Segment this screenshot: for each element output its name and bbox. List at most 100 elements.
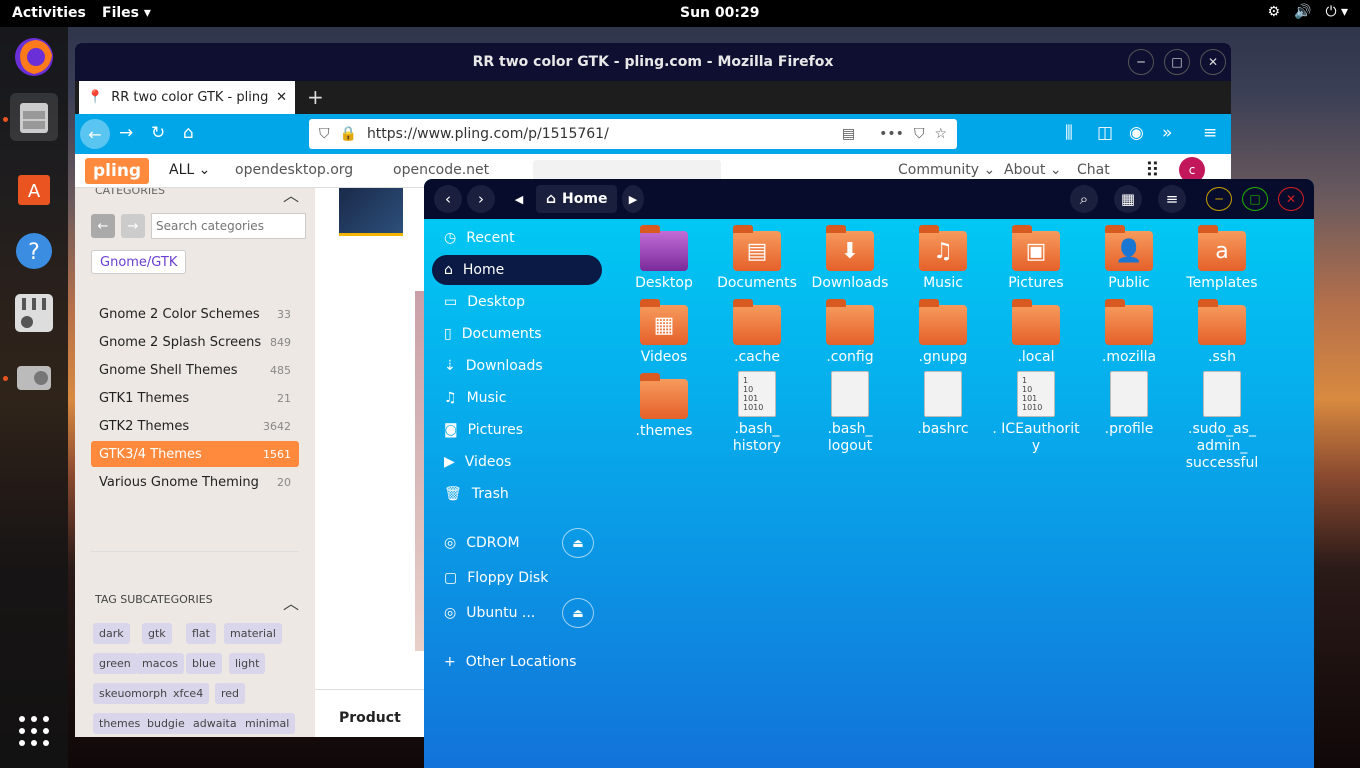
tag-chip[interactable]: blue — [186, 653, 222, 674]
collapse-icon[interactable]: ︿ — [283, 188, 299, 206]
sidebar-item-music[interactable]: ♫ Music — [432, 383, 602, 413]
folder-item[interactable]: ▦ Videos — [619, 299, 709, 366]
folder-item[interactable]: .themes — [619, 373, 709, 440]
sidebar-icon[interactable]: ◫ — [1097, 123, 1113, 143]
folder-item[interactable]: ▤ Documents — [712, 225, 802, 292]
link-opendesktop[interactable]: opendesktop.org — [235, 162, 353, 178]
tag-chip[interactable]: skeuomorph — [93, 683, 174, 704]
forward-icon[interactable]: › — [467, 185, 495, 213]
back-icon[interactable]: ← — [80, 119, 110, 149]
tag-chip[interactable]: budgie — [141, 713, 191, 734]
about-menu[interactable]: About ⌄ — [1004, 162, 1062, 178]
reader-view-icon[interactable]: ▤ — [842, 126, 855, 142]
tag-chip[interactable]: macos — [136, 653, 184, 674]
search-icon[interactable]: ⌕ — [1070, 185, 1098, 213]
collapse-tags-icon[interactable]: ︿ — [283, 590, 299, 614]
firefox-icon[interactable] — [10, 33, 58, 81]
pocket-icon[interactable]: ⛉ — [914, 126, 925, 142]
minimize-button[interactable]: ─ — [1128, 49, 1154, 75]
community-menu[interactable]: Community ⌄ — [898, 162, 995, 178]
url-bar[interactable]: ⛉ 🔒 https://www.pling.com/p/1515761/ ▤ •… — [309, 119, 957, 149]
sidebar-item-desktop[interactable]: ▭ Desktop — [432, 287, 602, 317]
file-item[interactable]: 1 10 101 1010 .bash_ history — [712, 371, 802, 455]
category-item[interactable]: GTK1 Themes 21 — [91, 385, 299, 411]
pling-logo[interactable]: pling — [85, 158, 150, 184]
folder-item[interactable]: ▣ Pictures — [991, 225, 1081, 292]
sidebar-item-pictures[interactable]: ◙ Pictures — [432, 415, 602, 445]
overflow-icon[interactable]: » — [1162, 123, 1172, 143]
maximize-button[interactable]: □ — [1164, 49, 1190, 75]
menu-icon[interactable]: ≡ — [1203, 123, 1217, 143]
tag-chip[interactable]: adwaita — [187, 713, 243, 734]
maximize-button[interactable]: □ — [1242, 187, 1268, 211]
tab-active[interactable]: 📍 RR two color GTK - pling ✕ — [79, 81, 295, 114]
sidebar-item-other-locations[interactable]: + Other Locations — [432, 647, 602, 677]
folder-item[interactable]: .local — [991, 299, 1081, 366]
folder-item[interactable]: .config — [805, 299, 895, 366]
folder-item[interactable]: .gnupg — [898, 299, 988, 366]
folder-item[interactable]: Desktop — [619, 225, 709, 292]
disk-utility-icon[interactable] — [10, 353, 58, 401]
sidebar-item-documents[interactable]: ▯ Documents — [432, 319, 602, 349]
close-button[interactable]: ✕ — [1200, 49, 1226, 75]
files-icon[interactable] — [10, 93, 58, 141]
category-item[interactable]: Gnome Shell Themes 485 — [91, 357, 299, 383]
category-item[interactable]: Gnome 2 Splash Screens 849 — [91, 329, 299, 355]
folder-item[interactable]: .cache — [712, 299, 802, 366]
file-item[interactable]: .bashrc — [898, 371, 988, 438]
help-icon[interactable]: ? — [10, 227, 58, 275]
clock[interactable]: Sun 00:29 — [680, 5, 759, 21]
sidebar-item-recent[interactable]: ◷ Recent — [432, 223, 602, 253]
eject-icon[interactable]: ⏏ — [562, 528, 594, 558]
next-category-icon[interactable]: → — [121, 214, 145, 238]
reload-icon[interactable]: ↻ — [151, 123, 165, 143]
tag-chip[interactable]: material — [224, 623, 282, 644]
file-item[interactable]: 1 10 101 1010 . ICEauthorit y — [991, 371, 1081, 455]
file-item[interactable]: .sudo_as_ admin_ successful — [1177, 371, 1267, 472]
path-left-icon[interactable]: ◀ — [508, 185, 530, 213]
category-search-input[interactable] — [151, 213, 306, 239]
settings-icon[interactable] — [10, 289, 58, 337]
product-tab[interactable]: Product — [339, 710, 401, 726]
eject-icon[interactable]: ⏏ — [562, 598, 594, 628]
bookmark-star-icon[interactable]: ☆ — [934, 126, 947, 142]
page-actions-icon[interactable]: ••• — [879, 126, 904, 142]
minimize-button[interactable]: ─ — [1206, 187, 1232, 211]
show-apps-icon[interactable] — [10, 707, 58, 755]
library-icon[interactable]: ⫼ — [1065, 123, 1073, 143]
tag-chip[interactable]: dark — [93, 623, 130, 644]
folder-item[interactable]: ⬇ Downloads — [805, 225, 895, 292]
view-options-icon[interactable]: ▦ — [1114, 185, 1142, 213]
product-thumbnail[interactable] — [339, 188, 403, 236]
link-opencode[interactable]: opencode.net — [393, 162, 489, 178]
sidebar-item-floppy[interactable]: ▢ Floppy Disk — [432, 563, 602, 593]
menu-icon[interactable]: ≡ — [1158, 185, 1186, 213]
prev-category-icon[interactable]: ← — [91, 214, 115, 238]
forward-icon[interactable]: → — [119, 123, 133, 143]
tag-chip[interactable]: gtk — [142, 623, 172, 644]
tab-close-icon[interactable]: ✕ — [276, 90, 287, 105]
category-item-selected[interactable]: GTK3/4 Themes 1561 — [91, 441, 299, 467]
folder-item[interactable]: .mozilla — [1084, 299, 1174, 366]
account-icon[interactable]: ◉ — [1129, 123, 1144, 143]
file-item[interactable]: .profile — [1084, 371, 1174, 438]
tag-chip[interactable]: flat — [186, 623, 216, 644]
software-center-icon[interactable]: A — [10, 163, 58, 211]
chat-link[interactable]: Chat — [1077, 162, 1110, 178]
app-menu[interactable]: Files ▾ — [102, 5, 151, 21]
tag-chip[interactable]: green — [93, 653, 137, 674]
tag-chip[interactable]: themes — [93, 713, 147, 734]
path-right-icon[interactable]: ▶ — [622, 185, 644, 213]
path-bar-home[interactable]: ⌂ Home — [536, 185, 618, 213]
sidebar-item-ubuntu[interactable]: ◎ Ubuntu ... ⏏ — [432, 598, 602, 628]
tag-chip[interactable]: minimal — [239, 713, 296, 734]
sidebar-item-trash[interactable]: 🗑 Trash — [432, 479, 602, 509]
close-button[interactable]: ✕ — [1278, 187, 1304, 211]
category-item[interactable]: Gnome 2 Color Schemes 33 — [91, 301, 299, 327]
folder-item[interactable]: .ssh — [1177, 299, 1267, 366]
all-dropdown[interactable]: ALL ⌄ — [169, 162, 210, 178]
category-item[interactable]: GTK2 Themes 3642 — [91, 413, 299, 439]
sidebar-item-videos[interactable]: ▶ Videos — [432, 447, 602, 477]
system-tray[interactable]: ⚙ 🔊 ⏻ ▾ — [1267, 4, 1348, 20]
folder-item[interactable]: a Templates — [1177, 225, 1267, 292]
